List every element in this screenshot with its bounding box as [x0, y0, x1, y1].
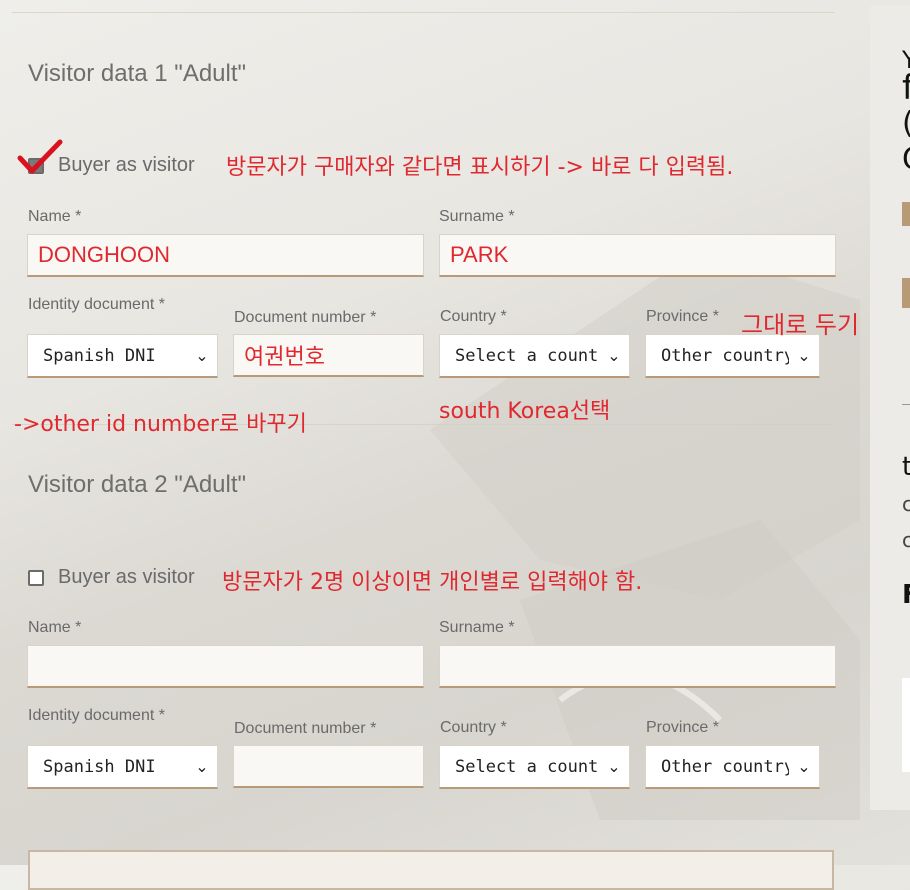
identity-document-value: Spanish DNI [43, 345, 156, 366]
document-number-label: Document number * [234, 309, 377, 326]
identity-document-select[interactable]: Spanish DNI ⌄ [27, 745, 218, 789]
surname-label: Surname * [439, 208, 515, 225]
document-number-input[interactable]: 여권번호 [233, 334, 424, 377]
province-label: Province * [646, 719, 719, 736]
identity-document-label: Identity document * [28, 296, 165, 313]
divider [12, 12, 834, 13]
country-label: Country * [440, 719, 507, 736]
summary-box [902, 678, 910, 772]
document-number-input[interactable] [233, 745, 424, 788]
summary-text: C [902, 142, 910, 177]
bottom-textarea[interactable] [28, 850, 834, 890]
annotation-province-note: 그대로 두기 [741, 311, 860, 339]
ticket-icon [902, 202, 910, 226]
chevron-down-icon: ⌄ [607, 757, 621, 776]
surname-input[interactable] [439, 645, 836, 688]
visitor-1-buyer-checkbox-row[interactable]: Buyer as visitor [28, 154, 195, 177]
province-select[interactable]: Other country ⌄ [645, 334, 820, 378]
identity-document-label: Identity document * [28, 707, 165, 724]
surname-label: Surname * [439, 619, 515, 636]
summary-text: c [902, 528, 910, 552]
annotation-visitor2-note: 방문자가 2명 이상이면 개인별로 입력해야 함. [222, 570, 643, 595]
country-select[interactable]: Select a country ⌄ [439, 745, 630, 789]
visitor-2-heading: Visitor data 2 "Adult" [28, 471, 247, 498]
annotation-idoc-note: ->other id number로 바꾸기 [14, 412, 307, 437]
province-label: Province * [646, 308, 719, 325]
name-label: Name * [28, 619, 82, 636]
visitor-1-heading: Visitor data 1 "Adult" [28, 60, 247, 87]
chevron-down-icon: ⌄ [607, 346, 621, 365]
country-label: Country * [440, 308, 507, 325]
chevron-down-icon: ⌄ [195, 757, 209, 776]
chevron-down-icon: ⌄ [195, 346, 209, 365]
province-select[interactable]: Other country ⌄ [645, 745, 820, 789]
province-value: Other country [661, 756, 789, 777]
country-value: Select a country [455, 345, 599, 366]
divider [902, 404, 910, 405]
annotation-buyer-note: 방문자가 구매자와 같다면 표시하기 -> 바로 다 입력됨. [226, 155, 734, 180]
name-value: DONGHOON [38, 242, 170, 267]
summary-text: ( [902, 106, 910, 141]
calendar-icon [902, 278, 910, 308]
document-number-value: 여권번호 [244, 344, 325, 369]
surname-input[interactable]: PARK [439, 234, 836, 277]
chevron-down-icon: ⌄ [797, 346, 811, 365]
summary-text: F [902, 580, 910, 610]
summary-text: f [902, 68, 910, 108]
surname-value: PARK [450, 242, 509, 267]
visitor-2-buyer-checkbox-row[interactable]: Buyer as visitor [28, 566, 195, 589]
buyer-as-visitor-label: Buyer as visitor [58, 566, 195, 588]
identity-document-value: Spanish DNI [43, 756, 156, 777]
chevron-down-icon: ⌄ [797, 757, 811, 776]
annotation-country-note: south Korea선택 [439, 399, 611, 424]
summary-text: c [902, 492, 910, 516]
buyer-as-visitor-checkbox[interactable] [28, 157, 44, 174]
country-value: Select a country [455, 756, 599, 777]
document-number-label: Document number * [234, 720, 377, 737]
identity-document-select[interactable]: Spanish DNI ⌄ [27, 334, 218, 378]
buyer-as-visitor-checkbox[interactable] [28, 569, 44, 586]
province-value: Other country [661, 345, 789, 366]
country-select[interactable]: Select a country ⌄ [439, 334, 630, 378]
name-label: Name * [28, 208, 82, 225]
name-input[interactable] [27, 645, 424, 688]
order-summary-panel: Y f ( C t c c F [870, 6, 910, 810]
summary-text: t [902, 452, 910, 482]
name-input[interactable]: DONGHOON [27, 234, 424, 277]
buyer-as-visitor-label: Buyer as visitor [58, 154, 195, 176]
